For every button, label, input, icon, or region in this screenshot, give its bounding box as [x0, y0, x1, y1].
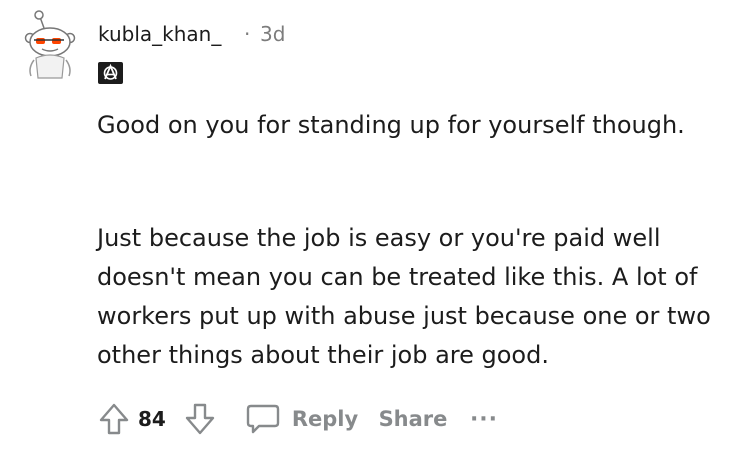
vote-score: 84 — [138, 407, 166, 431]
more-options-button[interactable]: ··· — [466, 397, 502, 441]
reply-button[interactable]: Reply — [292, 397, 358, 441]
comment-timestamp[interactable]: 3d — [260, 22, 285, 46]
upvote-arrow-icon — [99, 403, 129, 435]
avatar[interactable] — [22, 8, 82, 80]
comment-paragraph: Good on you for standing up for yourself… — [97, 111, 685, 139]
speech-bubble-icon — [246, 404, 280, 434]
share-button[interactable]: Share — [378, 397, 448, 441]
comment-action-bar: 84 Reply Share ··· — [94, 397, 534, 441]
comment-paragraph: Just because the job is easy or you're p… — [97, 224, 711, 369]
downvote-arrow-icon — [185, 403, 215, 435]
downvote-button[interactable] — [180, 397, 220, 441]
snoo-avatar-icon — [24, 10, 76, 79]
upvote-button[interactable] — [94, 397, 134, 441]
anarchy-flair-icon — [98, 62, 123, 84]
username-link[interactable]: kubla_khan_ — [98, 22, 221, 46]
meta-separator: · — [244, 22, 251, 46]
reply-comment-button[interactable] — [240, 397, 286, 441]
